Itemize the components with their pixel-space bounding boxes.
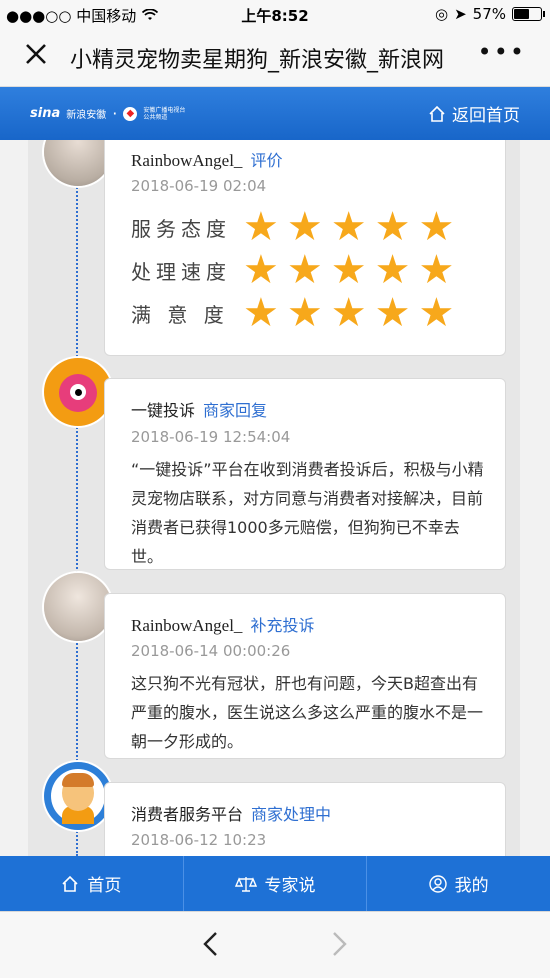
tab-home[interactable]: 首页 <box>0 856 184 911</box>
entry-time: 2018-06-19 02:04 <box>131 177 267 195</box>
entry-header: RainbowAngel_ 评价 <box>131 147 282 171</box>
star-icon: ★ <box>243 204 279 250</box>
forward-icon[interactable] <box>330 928 350 966</box>
entry-text: “一键投诉”平台在收到消费者投诉后，积极与小精灵宠物店联系，对方同意与消费者对接… <box>131 460 484 566</box>
star-icon: ★ <box>286 204 323 250</box>
rating-stars: ★ ★ ★ ★ ★ <box>243 293 454 333</box>
battery-icon <box>512 7 545 21</box>
rating-stars: ★ ★ ★ ★ ★ <box>243 207 454 247</box>
back-home-button[interactable]: 返回首页 <box>428 101 520 126</box>
star-icon: ★ <box>330 290 367 336</box>
browser-toolbar <box>0 911 550 978</box>
home-icon <box>429 105 445 122</box>
entry-author: 消费者服务平台 <box>131 805 244 824</box>
more-icon[interactable]: ••• <box>478 38 526 66</box>
rating-label: 满 意 度 <box>131 302 229 327</box>
rating-row: 满 意 度 ★ ★ ★ ★ ★ <box>131 293 454 333</box>
entry-tag: 补充投诉 <box>250 616 315 635</box>
tab-label: 专家说 <box>264 876 316 896</box>
entry-tag: 商家处理中 <box>251 805 332 824</box>
star-icon: ★ <box>418 290 455 336</box>
home-icon <box>62 875 78 892</box>
rating-row: 服务态度 ★ ★ ★ ★ ★ <box>131 207 454 247</box>
entry-tag: 商家回复 <box>203 401 268 420</box>
entry-author: 一键投诉 <box>131 401 196 420</box>
star-icon: ★ <box>418 247 455 293</box>
star-icon: ★ <box>330 247 367 293</box>
star-icon: ★ <box>243 290 279 336</box>
tab-label: 我的 <box>454 876 489 896</box>
entry-author: RainbowAngel_ <box>131 616 243 635</box>
logo-name: 新浪安徽 <box>66 110 107 121</box>
status-bar: ●●●○○ 中国移动 上午8:52 ◎ ➤ 57% <box>0 0 550 28</box>
entry-time: 2018-06-19 12:54:04 <box>131 428 291 446</box>
page-title: 小精灵宠物卖星期狗_新浪安徽_新浪网 <box>70 48 445 73</box>
star-icon: ★ <box>243 247 279 293</box>
entry-time: 2018-06-12 10:23 <box>131 831 267 849</box>
star-icon: ★ <box>286 290 323 336</box>
star-icon: ★ <box>418 204 455 250</box>
logo-partner: 安徽广播电视台 公共频道 <box>143 106 186 121</box>
entry-header: 一键投诉 商家回复 <box>131 397 267 421</box>
battery-percent: 57% <box>472 5 506 23</box>
entry-time: 2018-06-14 00:00:26 <box>131 642 291 660</box>
logo-sina: sina <box>30 106 61 121</box>
tab-experts[interactable]: 专家说 <box>184 856 368 911</box>
entry-header: RainbowAngel_ 补充投诉 <box>131 612 314 636</box>
review-card: RainbowAngel_ 评价 2018-06-19 02:04 服务态度 ★ ★… <box>104 140 506 356</box>
location-icon: ➤ <box>454 5 467 23</box>
star-icon: ★ <box>286 247 323 293</box>
rating-label: 服务态度 <box>131 216 231 241</box>
back-icon[interactable] <box>200 928 220 966</box>
avatar[interactable] <box>44 762 112 830</box>
lock-rotation-icon: ◎ <box>434 5 449 23</box>
entry-author: RainbowAngel_ <box>131 151 243 170</box>
site-header: sina 新浪安徽 · ◆ 安徽广播电视台 公共频道 返回首页 <box>0 87 550 140</box>
webview-nav-bar: 小精灵宠物卖星期狗_新浪安徽_新浪网 ••• <box>0 28 550 87</box>
rating-row: 处理速度 ★ ★ ★ ★ ★ <box>131 250 454 290</box>
star-icon: ★ <box>374 204 411 250</box>
star-icon: ★ <box>374 247 411 293</box>
close-icon[interactable] <box>24 40 54 70</box>
star-icon: ★ <box>330 204 367 250</box>
rating-label: 处理速度 <box>131 259 231 284</box>
tab-label: 首页 <box>87 876 122 896</box>
entry-header: 消费者服务平台 商家处理中 <box>131 801 331 825</box>
timeline-line <box>76 140 78 856</box>
avatar[interactable] <box>44 358 112 426</box>
avatar[interactable] <box>44 573 112 641</box>
tab-mine[interactable]: 我的 <box>367 856 550 911</box>
entry-tag: 评价 <box>250 151 283 170</box>
rating-stars: ★ ★ ★ ★ ★ <box>243 250 454 290</box>
status-card: 消费者服务平台 商家处理中 2018-06-12 10:23 <box>104 782 506 856</box>
entry-text: 这只狗不光有冠状，肝也有问题，今天B超查出有严重的腹水，医生说这么多这么严重的腹… <box>131 674 484 751</box>
user-icon <box>428 874 447 893</box>
back-home-label: 返回首页 <box>452 106 520 126</box>
reply-card: 一键投诉 商家回复 2018-06-19 12:54:04 “一键投诉”平台在收到… <box>104 378 506 570</box>
partner-logo-icon: ◆ <box>123 106 138 121</box>
supplement-card: RainbowAngel_ 补充投诉 2018-06-14 00:00:26 这只… <box>104 593 506 759</box>
bottom-tab-bar: 首页 专家说 我的 <box>0 856 550 911</box>
scale-icon <box>234 876 257 892</box>
star-icon: ★ <box>374 290 411 336</box>
complaint-timeline: RainbowAngel_ 评价 2018-06-19 02:04 服务态度 ★ ★… <box>0 140 550 856</box>
site-logo[interactable]: sina 新浪安徽 · ◆ 安徽广播电视台 公共频道 <box>30 104 187 123</box>
